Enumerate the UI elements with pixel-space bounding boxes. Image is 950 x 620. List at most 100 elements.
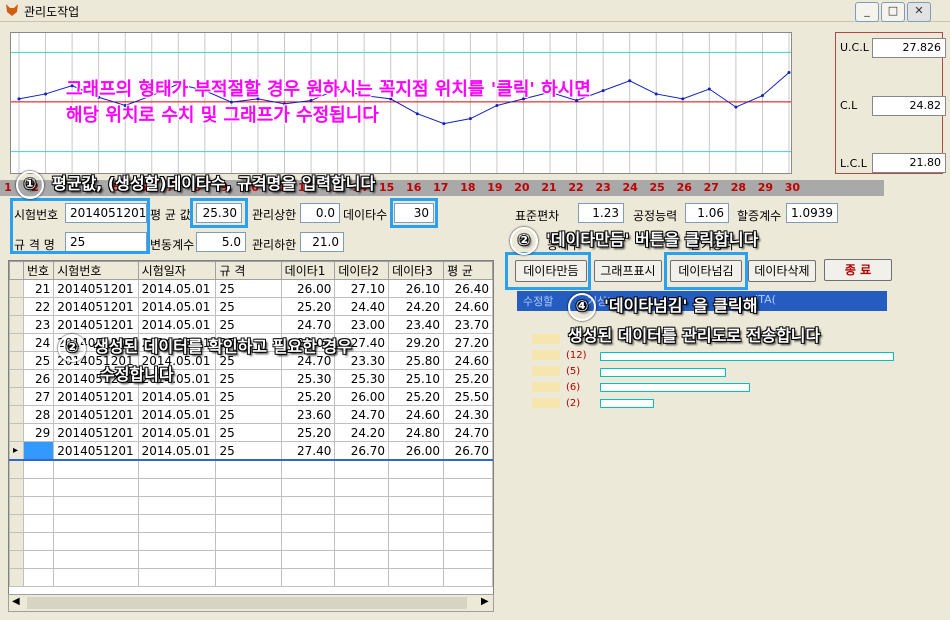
table-cell[interactable]: 2014.05.01 <box>137 279 217 298</box>
table-cell[interactable]: 29 <box>22 423 55 442</box>
table-cell[interactable]: 24 <box>22 333 55 352</box>
table-cell[interactable]: 24.30 <box>443 405 493 424</box>
table-cell[interactable]: 27 <box>22 387 55 406</box>
column-header[interactable]: 시험번호 <box>53 261 139 280</box>
table-cell[interactable]: 23.60 <box>280 405 336 424</box>
table-cell[interactable]: 2014051201 <box>53 387 139 406</box>
table-cell[interactable]: 26.00 <box>388 441 445 461</box>
table-cell[interactable]: 24.20 <box>334 423 390 442</box>
show-graph-button[interactable]: 그래프표시 <box>594 260 662 282</box>
row-selector[interactable] <box>9 315 24 334</box>
table-cell[interactable]: 25 <box>215 423 282 442</box>
table-cell[interactable]: 25.20 <box>443 369 493 388</box>
table-cell[interactable]: 24.60 <box>443 351 493 370</box>
table-cell[interactable]: 2014.05.01 <box>137 441 217 461</box>
table-cell[interactable]: 25 <box>215 315 282 334</box>
table-cell[interactable]: 24.70 <box>443 423 493 442</box>
table-cell[interactable]: 24.60 <box>388 405 445 424</box>
column-header[interactable]: 데이타2 <box>334 261 390 280</box>
maximize-button[interactable]: □ <box>881 2 905 22</box>
column-header[interactable]: 시험일자 <box>137 261 217 280</box>
scroll-left-icon[interactable]: ◀ <box>12 596 20 607</box>
data-grid[interactable]: 번호 시험번호 시험일자 규 격 데이타1 데이타2 데이타3 평 균 21 201405120… <box>8 260 494 612</box>
table-cell[interactable]: 2014051201 <box>53 279 139 298</box>
table-cell[interactable]: 26.70 <box>334 441 390 461</box>
table-cell[interactable]: 25.50 <box>443 387 493 406</box>
ucl-input-field[interactable]: 0.0 <box>300 203 340 223</box>
table-cell[interactable]: 21 <box>22 279 55 298</box>
table-cell[interactable]: 23.40 <box>388 315 445 334</box>
table-cell[interactable] <box>22 441 55 461</box>
table-cell[interactable]: 29.20 <box>388 333 445 352</box>
table-cell[interactable]: 2014051201 <box>53 405 139 424</box>
table-cell[interactable]: 28 <box>22 405 55 424</box>
delete-data-button[interactable]: 데이타삭제 <box>748 260 816 282</box>
row-selector[interactable] <box>9 297 24 316</box>
table-cell[interactable]: 2014051201 <box>53 423 139 442</box>
table-cell[interactable]: 23 <box>22 315 55 334</box>
table-cell[interactable]: 2014.05.01 <box>137 387 217 406</box>
table-cell[interactable]: 25.80 <box>388 351 445 370</box>
table-cell[interactable]: 2014.05.01 <box>137 423 217 442</box>
table-cell[interactable]: 23.70 <box>443 315 493 334</box>
table-cell[interactable]: 25 <box>215 405 282 424</box>
table-cell[interactable]: 25 <box>215 279 282 298</box>
table-cell[interactable]: 25.30 <box>280 369 336 388</box>
table-cell[interactable]: 24.60 <box>443 297 493 316</box>
row-selector[interactable] <box>9 423 24 442</box>
variation-field[interactable]: 5.0 <box>196 232 246 252</box>
table-cell[interactable]: 2014051201 <box>53 297 139 316</box>
table-cell[interactable]: 25.20 <box>280 423 336 442</box>
column-header[interactable]: 데이타1 <box>280 261 336 280</box>
column-header[interactable]: 규 격 <box>215 261 282 280</box>
row-selector[interactable] <box>9 279 24 298</box>
table-cell[interactable]: 27.40 <box>280 441 336 461</box>
column-header[interactable]: 데이타3 <box>388 261 445 280</box>
table-cell[interactable]: 24.70 <box>280 315 336 334</box>
row-selector[interactable] <box>9 405 24 424</box>
row-selector[interactable] <box>9 333 24 352</box>
lcl-input-field[interactable]: 21.0 <box>300 232 344 252</box>
column-header[interactable]: 번호 <box>22 261 55 280</box>
table-cell[interactable]: 25 <box>215 387 282 406</box>
table-cell[interactable]: 26.10 <box>388 279 445 298</box>
close-window-button[interactable]: ✕ <box>907 2 931 22</box>
table-cell[interactable]: 2014.05.01 <box>137 297 217 316</box>
row-selector[interactable] <box>9 387 24 406</box>
table-row[interactable]: 27 2014051201 2014.05.01 25 25.20 26.00 25.20 2… <box>9 387 493 406</box>
table-cell[interactable]: 24.80 <box>388 423 445 442</box>
table-cell[interactable]: 25.20 <box>280 387 336 406</box>
table-cell[interactable]: 26.40 <box>443 279 493 298</box>
table-cell[interactable]: 27.10 <box>334 279 390 298</box>
exit-button[interactable]: 종 료 <box>824 259 892 281</box>
table-cell[interactable]: 25 <box>215 369 282 388</box>
table-cell[interactable]: 2014051201 <box>53 441 139 461</box>
minimize-button[interactable]: _ <box>855 2 879 22</box>
table-row[interactable]: 21 2014051201 2014.05.01 25 26.00 27.10 26.10 2… <box>9 279 493 298</box>
table-cell[interactable]: 25 <box>22 351 55 370</box>
table-row[interactable]: 29 2014051201 2014.05.01 25 25.20 24.20 24.80 2… <box>9 423 493 442</box>
scroll-right-icon[interactable]: ▶ <box>481 596 489 607</box>
table-row[interactable]: 23 2014051201 2014.05.01 25 24.70 23.00 23.40 2… <box>9 315 493 334</box>
row-selector[interactable]: ▸ <box>9 441 24 461</box>
row-selector[interactable] <box>9 369 24 388</box>
table-cell[interactable]: 26 <box>22 369 55 388</box>
table-cell[interactable]: 25.20 <box>388 387 445 406</box>
table-cell[interactable]: 24.40 <box>334 297 390 316</box>
table-row[interactable]: 22 2014051201 2014.05.01 25 25.20 24.40 24.20 2… <box>9 297 493 316</box>
grid-scrollbar[interactable]: ◀ ▶ <box>8 594 494 612</box>
table-cell[interactable]: 25.30 <box>334 369 390 388</box>
table-cell[interactable]: 24.70 <box>334 405 390 424</box>
table-cell[interactable]: 25.10 <box>388 369 445 388</box>
table-cell[interactable]: 25 <box>215 297 282 316</box>
table-cell[interactable]: 23.00 <box>334 315 390 334</box>
table-cell[interactable]: 27.20 <box>443 333 493 352</box>
column-header[interactable]: 평 균 <box>443 261 493 280</box>
table-cell[interactable]: 26.70 <box>443 441 493 461</box>
row-selector[interactable] <box>9 351 24 370</box>
table-cell[interactable]: 26.00 <box>334 387 390 406</box>
table-row[interactable]: 26 2014051201 2014.05.01 25 25.30 25.30 25.10 2… <box>9 369 493 388</box>
table-cell[interactable]: 2014.05.01 <box>137 315 217 334</box>
table-cell[interactable]: 25.20 <box>280 297 336 316</box>
table-cell[interactable]: 2014051201 <box>53 315 139 334</box>
